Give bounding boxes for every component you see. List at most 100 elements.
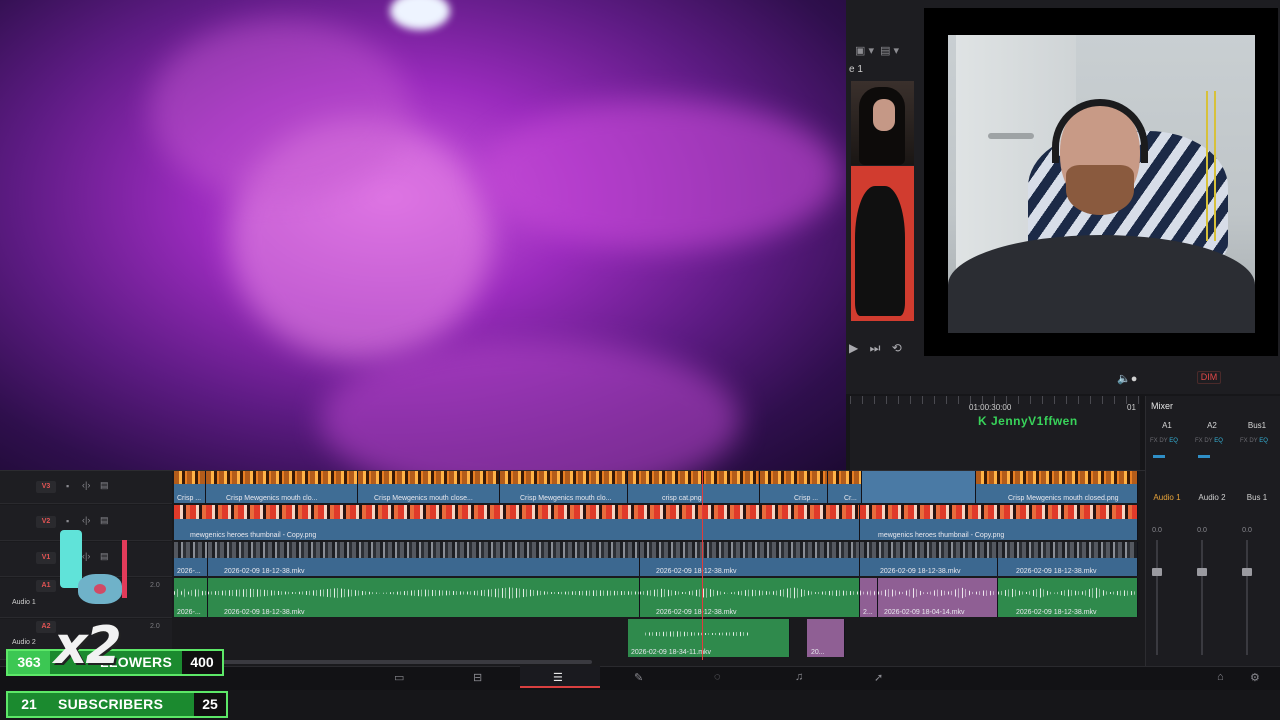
followers-goal: 400 [182, 651, 222, 674]
viewer-options-icons[interactable]: ▣ ▾ ▤ ▾ [855, 44, 935, 60]
track-header-v3[interactable]: V3 ▪ ‹|› ▤ [0, 471, 172, 504]
subject-body [320, 340, 740, 470]
mixer-strip-bus1[interactable]: Bus 1 [1237, 493, 1277, 502]
clip-v3[interactable]: Crisp Mewgenics mouth clo... [206, 471, 358, 503]
edit-page-icon[interactable]: ☰ [553, 671, 563, 684]
gear-icon[interactable]: ⚙ [1250, 671, 1260, 684]
auto-select-icon[interactable]: ‹|› [82, 515, 90, 525]
track-output-icon[interactable]: ▤ [100, 515, 109, 526]
clip-label: 2026-02-09 18-12-38.mkv [224, 609, 305, 616]
clip-label: 2026-02-09 18-12-38.mkv [224, 568, 305, 575]
clip-v1[interactable]: 2026-... [174, 542, 208, 576]
meter-a2 [1198, 455, 1210, 458]
track-badge-v3: V3 [36, 481, 56, 493]
play-icon[interactable]: ▶ [849, 341, 858, 355]
mixer-col-a2[interactable]: A2 [1194, 421, 1230, 430]
timeline-scrollbar[interactable] [172, 660, 592, 664]
mascot-sprite [54, 530, 132, 610]
timeline-name[interactable]: e 1 [849, 64, 863, 75]
clip-label: 2026-... [177, 609, 201, 616]
track-name-a2[interactable]: Audio 2 [12, 639, 36, 646]
fader-bus1[interactable] [1242, 568, 1252, 576]
track-level-a1: 2.0 [150, 582, 160, 589]
subscribers-goal-bar: 21 SUBSCRIBERS 25 [6, 691, 228, 718]
clip-a1[interactable]: 2... [860, 578, 878, 617]
track-badge-v2: V2 [36, 516, 56, 528]
clip-v2[interactable]: mewgenics heroes thumbnail - Copy.png [174, 505, 860, 540]
loop-icon[interactable]: ⟲ [892, 341, 902, 355]
clip-a1[interactable]: 2026-02-09 18-12-38.mkv [208, 578, 640, 617]
video-viewer[interactable] [0, 0, 846, 470]
dim-button[interactable]: DIM [1197, 371, 1221, 384]
cut-page-icon[interactable]: ⊟ [473, 671, 482, 684]
track-badge-a1: A1 [36, 580, 56, 592]
fusion-page-icon[interactable]: ✎ [634, 671, 643, 684]
mixer-col-a1[interactable]: A1 [1149, 421, 1185, 430]
track-badge-a2: A2 [36, 621, 56, 633]
track-output-icon[interactable]: ▤ [100, 480, 109, 491]
clip-label: 2026-02-09 18-12-38.mkv [656, 568, 737, 575]
clip-v3[interactable]: Crisp ... [174, 471, 206, 503]
chat-username: K JennyV1ffwen [978, 414, 1078, 428]
mixer-col-bus1[interactable]: Bus1 [1239, 421, 1275, 430]
clip-a2[interactable]: 20... [807, 619, 845, 657]
subscribers-label: SUBSCRIBERS [58, 696, 164, 712]
clip-label: 20... [811, 649, 825, 656]
mixer-level-a2: 0.0 [1197, 527, 1207, 534]
clip-label: 2... [863, 609, 873, 616]
clip-v3[interactable]: crisp cat.png [628, 471, 760, 503]
lock-icon[interactable]: ▪ [66, 481, 69, 491]
clip-label: Cr... [844, 495, 857, 502]
fader-track-a2 [1201, 540, 1203, 655]
mixer-level-bus1: 0.0 [1242, 527, 1252, 534]
fairlight-page-icon[interactable]: ♫ [795, 671, 803, 683]
clip-v3-cluster[interactable] [862, 471, 976, 503]
track-badge-v1: V1 [36, 552, 56, 564]
clip-a1[interactable]: 2026-02-09 18-04-14.mkv [878, 578, 998, 617]
stage-light [390, 0, 450, 30]
clip-v1[interactable]: 2026-02-09 18-12-38.mkv [208, 542, 640, 576]
clip-a2[interactable]: 2026-02-09 18-34-11.mkv [628, 619, 790, 657]
media-page-icon[interactable]: ▭ [394, 671, 404, 684]
clip-a1[interactable]: 2026-02-09 18-12-38.mkv [640, 578, 860, 617]
clip-v1[interactable]: 2026-02-09 18-12-38.mkv [998, 542, 1138, 576]
lock-icon[interactable]: ▪ [66, 516, 69, 526]
clip-label: 2026-02-09 18-12-38.mkv [1016, 568, 1097, 575]
fader-track-a1 [1156, 540, 1158, 655]
multiplier-badge: x2 [54, 616, 122, 676]
mixer-strip-audio1[interactable]: Audio 1 [1147, 493, 1187, 502]
clip-a1[interactable]: 2026-02-09 18-12-38.mkv [998, 578, 1138, 617]
clip-label: Crisp Mewgenics mouth clo... [226, 495, 318, 502]
meter-a1 [1153, 455, 1165, 458]
clip-label: 2026-02-09 18-04-14.mkv [884, 609, 965, 616]
clip-label: Crisp ... [177, 495, 202, 502]
mixer-fx-bus1[interactable]: FX DY EQ [1240, 438, 1280, 444]
auto-select-icon[interactable]: ‹|› [82, 480, 90, 490]
fast-forward-icon[interactable]: ⏭ [870, 341, 881, 355]
color-page-icon[interactable]: ◌ [714, 671, 721, 683]
mixer-fx-a1[interactable]: FX DY EQ [1150, 438, 1190, 444]
mixer-fx-a2[interactable]: FX DY EQ [1195, 438, 1235, 444]
subject-arm [480, 100, 840, 250]
mixer-strip-audio2[interactable]: Audio 2 [1192, 493, 1232, 502]
webcam-feed [948, 35, 1255, 333]
clip-label: mewgenics heroes thumbnail - Copy.png [878, 532, 1005, 539]
clip-v3[interactable]: Crisp Mewgenics mouth closed.png [976, 471, 1138, 503]
thumbnail-streamer[interactable] [851, 81, 914, 165]
playhead[interactable] [702, 470, 703, 660]
clip-v1[interactable]: 2026-02-09 18-12-38.mkv [640, 542, 860, 576]
clip-a1[interactable]: 2026-... [174, 578, 208, 617]
fader-a1[interactable] [1152, 568, 1162, 576]
clip-v2[interactable]: mewgenics heroes thumbnail - Copy.png [860, 505, 1138, 540]
clip-v3[interactable]: Crisp Mewgenics mouth clo... [500, 471, 628, 503]
home-icon[interactable]: ⌂ [1217, 671, 1224, 683]
clip-v3[interactable]: Crisp ... [760, 471, 828, 503]
clip-v3[interactable]: Cr... [828, 471, 862, 503]
deliver-page-icon[interactable]: ➚ [874, 671, 883, 684]
track-name-a1[interactable]: Audio 1 [12, 599, 36, 606]
clip-v3[interactable]: Crisp Mewgenics mouth close... [358, 471, 500, 503]
fader-a2[interactable] [1197, 568, 1207, 576]
clip-v1[interactable]: 2026-02-09 18-12-38.mkv [860, 542, 998, 576]
thumbnail-mewgenics[interactable] [851, 166, 914, 321]
speaker-icon[interactable]: 🔈● [1117, 372, 1137, 385]
